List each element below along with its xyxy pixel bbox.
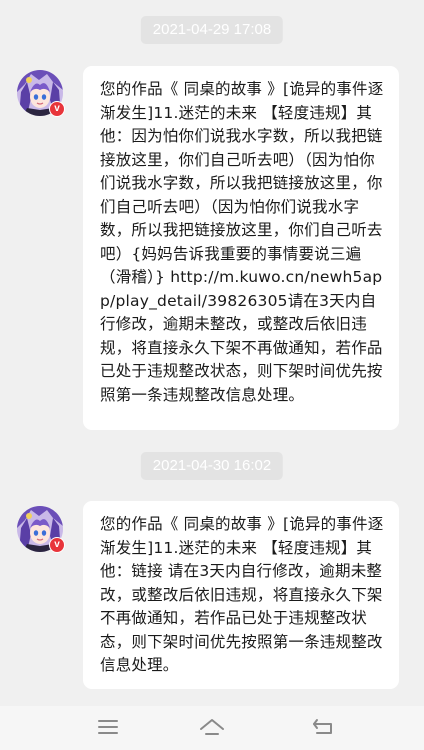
message-bubble[interactable]: 您的作品《 同桌的故事 》[诡异的事件逐渐发生]11.迷茫的未来 【轻度违规】其… xyxy=(83,66,399,430)
verified-badge: v xyxy=(49,101,65,117)
menu-icon xyxy=(98,720,118,734)
back-button[interactable] xyxy=(309,714,339,740)
message-timestamp: 2021-04-29 17:08 xyxy=(140,16,284,44)
verified-badge: v xyxy=(49,537,65,553)
sender-avatar[interactable]: v xyxy=(17,506,65,553)
home-button[interactable] xyxy=(197,714,227,740)
home-icon xyxy=(200,719,224,735)
message-timestamp: 2021-04-30 16:02 xyxy=(140,452,284,480)
message-bubble[interactable]: 您的作品《 同桌的故事 》[诡异的事件逐渐发生]11.迷茫的未来 【轻度违规】其… xyxy=(83,501,399,689)
menu-button[interactable] xyxy=(93,714,123,740)
sender-avatar[interactable]: v xyxy=(17,70,65,117)
system-navigation-bar xyxy=(0,706,424,750)
back-icon xyxy=(313,719,332,734)
